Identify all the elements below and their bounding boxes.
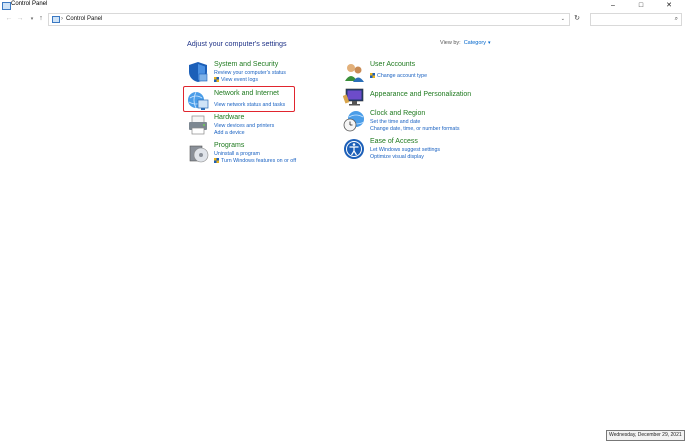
category-title-ease-of-access[interactable]: Ease of Access	[370, 138, 418, 145]
link-add-device[interactable]: Add a device	[214, 130, 245, 136]
category-title-programs[interactable]: Programs	[214, 142, 244, 149]
uac-shield-icon	[370, 73, 375, 78]
view-by-dropdown[interactable]: Category	[464, 40, 486, 46]
link-let-windows-suggest[interactable]: Let Windows suggest settings	[370, 147, 440, 153]
category-user-accounts: User Accounts Change account type	[343, 61, 493, 83]
category-title-hardware[interactable]: Hardware	[214, 114, 244, 121]
chevron-down-icon[interactable]: ▾	[488, 40, 491, 46]
category-appearance-personalization: Appearance and Personalization	[343, 86, 493, 108]
link-uninstall-program[interactable]: Uninstall a program	[214, 151, 260, 157]
forward-arrow-icon[interactable]: →	[15, 14, 25, 24]
view-by-label: View by:	[440, 40, 461, 46]
programs-disc-icon[interactable]	[187, 142, 209, 164]
search-icon[interactable]: ⌕	[675, 14, 678, 25]
category-title-appearance[interactable]: Appearance and Personalization	[370, 91, 471, 98]
control-panel-icon	[52, 16, 60, 23]
category-clock-and-region: Clock and Region Set the time and date C…	[343, 110, 513, 136]
uac-shield-icon	[214, 158, 219, 163]
link-view-devices-printers[interactable]: View devices and printers	[214, 123, 274, 129]
window-title: Control Panel	[11, 1, 48, 7]
link-set-time-date[interactable]: Set the time and date	[370, 119, 420, 125]
category-programs: Programs Uninstall a program Turn Window…	[187, 142, 337, 168]
page-title: Adjust your computer's settings	[187, 39, 287, 48]
category-title-system-security[interactable]: System and Security	[214, 61, 278, 68]
refresh-icon[interactable]: ↻	[571, 13, 583, 24]
maximize-button[interactable]: □	[628, 0, 654, 11]
minimize-button[interactable]: –	[600, 0, 626, 11]
ease-of-access-icon[interactable]	[343, 138, 365, 160]
link-change-formats[interactable]: Change date, time, or number formats	[370, 126, 460, 132]
category-system-and-security: System and Security Review your computer…	[187, 61, 337, 87]
close-button[interactable]: ✕	[656, 0, 682, 11]
breadcrumb-separator-icon[interactable]: ›	[61, 14, 63, 25]
date-tooltip: Wednesday, December 29, 2021	[606, 430, 685, 441]
clock-globe-icon[interactable]	[343, 110, 365, 132]
monitor-paint-icon[interactable]	[343, 86, 365, 108]
title-bar: Control Panel – □ ✕	[0, 0, 686, 11]
category-title-user-accounts[interactable]: User Accounts	[370, 61, 415, 68]
breadcrumb-control-panel[interactable]: Control Panel	[66, 14, 102, 25]
address-bar[interactable]: › Control Panel ⌄	[48, 13, 570, 26]
link-turn-windows-features[interactable]: Turn Windows features on or off	[221, 158, 296, 164]
link-optimize-visual-display[interactable]: Optimize visual display	[370, 154, 424, 160]
search-input[interactable]: ⌕	[590, 13, 682, 26]
printer-icon[interactable]	[187, 114, 209, 136]
uac-shield-icon	[214, 77, 219, 82]
users-icon[interactable]	[343, 61, 365, 83]
view-by: View by: Category ▾	[440, 40, 491, 46]
highlight-network-and-internet	[183, 86, 295, 112]
link-review-computer-status[interactable]: Review your computer's status	[214, 70, 286, 76]
up-arrow-icon[interactable]: ↑	[36, 14, 46, 24]
category-title-clock-region[interactable]: Clock and Region	[370, 110, 425, 117]
link-change-account-type[interactable]: Change account type	[377, 73, 427, 79]
back-arrow-icon[interactable]: ←	[4, 14, 14, 24]
shield-icon[interactable]	[187, 61, 209, 83]
navigation-bar: ← → ▾ ↑ › Control Panel ⌄ ↻ ⌕	[0, 11, 686, 27]
category-hardware: Hardware View devices and printers Add a…	[187, 114, 337, 140]
address-dropdown-icon[interactable]: ⌄	[561, 14, 565, 25]
control-panel-icon	[2, 2, 11, 10]
category-ease-of-access: Ease of Access Let Windows suggest setti…	[343, 138, 493, 164]
link-view-event-logs[interactable]: View event logs	[221, 77, 258, 83]
